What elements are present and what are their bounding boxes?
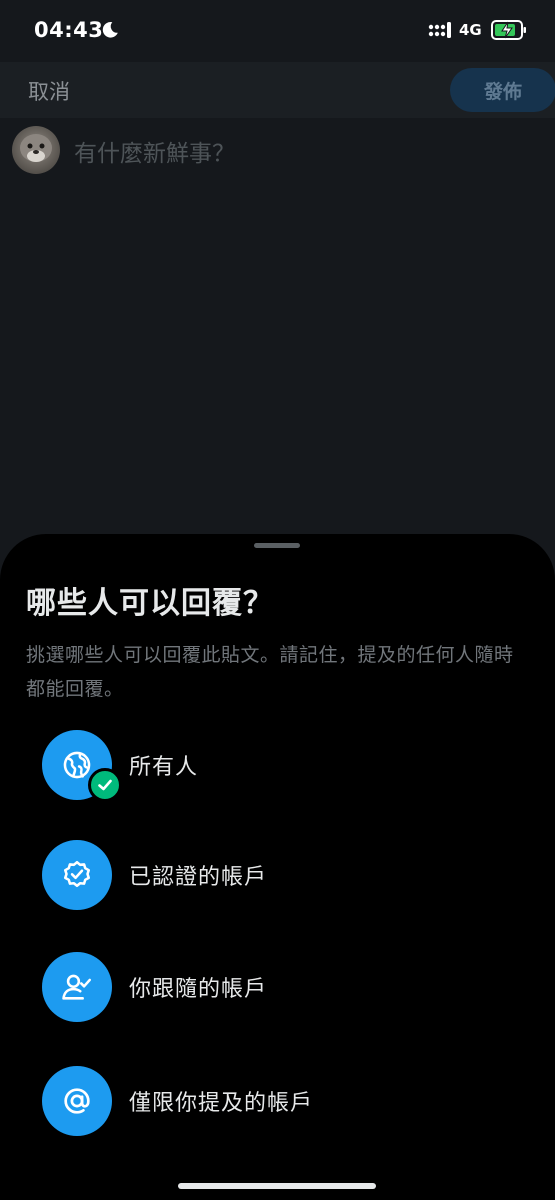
option-icon-circle [42,952,112,1022]
status-bar: 04:43 4G [0,0,555,62]
reply-option-following[interactable]: 你跟隨的帳戶 [0,952,555,1042]
at-sign-icon [64,1088,90,1114]
compose-input[interactable]: 有什麼新鮮事？ [74,134,235,168]
sheet-title: 哪些人可以回覆？ [26,586,274,621]
sheet-drag-handle[interactable] [254,543,300,548]
reply-settings-sheet: 哪些人可以回覆？ 挑選哪些人可以回覆此貼文。請記住，提及的任何人隨時都能回覆。 … [0,534,555,1200]
reply-option-verified[interactable]: 已認證的帳戶 [0,840,555,930]
verified-badge-icon [63,860,91,888]
home-indicator[interactable] [178,1183,376,1189]
option-label: 僅限你提及的帳戶 [129,1091,314,1116]
person-check-icon [62,974,92,1000]
option-icon-circle [42,1066,112,1136]
reply-option-mentioned[interactable]: 僅限你提及的帳戶 [0,1066,555,1156]
cancel-button[interactable]: 取消 [28,76,70,106]
signal-icon [428,22,451,38]
avatar-image [20,134,52,162]
selected-check-badge [88,768,122,802]
option-icon-circle [42,840,112,910]
option-label: 已認證的帳戶 [129,865,268,890]
option-label: 所有人 [129,755,199,780]
network-type: 4G [459,21,482,39]
battery-charging-icon [491,20,526,40]
post-button[interactable]: 發佈 [450,68,555,112]
check-icon [98,779,112,791]
status-time: 04:43 [34,18,104,42]
sheet-description: 挑選哪些人可以回覆此貼文。請記住，提及的任何人隨時都能回覆。 [26,644,514,700]
option-label: 你跟隨的帳戶 [129,977,268,1002]
compose-toolbar: 取消 發佈 [0,62,555,118]
avatar[interactable] [12,126,60,174]
moon-icon [102,22,118,38]
reply-option-everyone[interactable]: 所有人 [0,730,555,820]
